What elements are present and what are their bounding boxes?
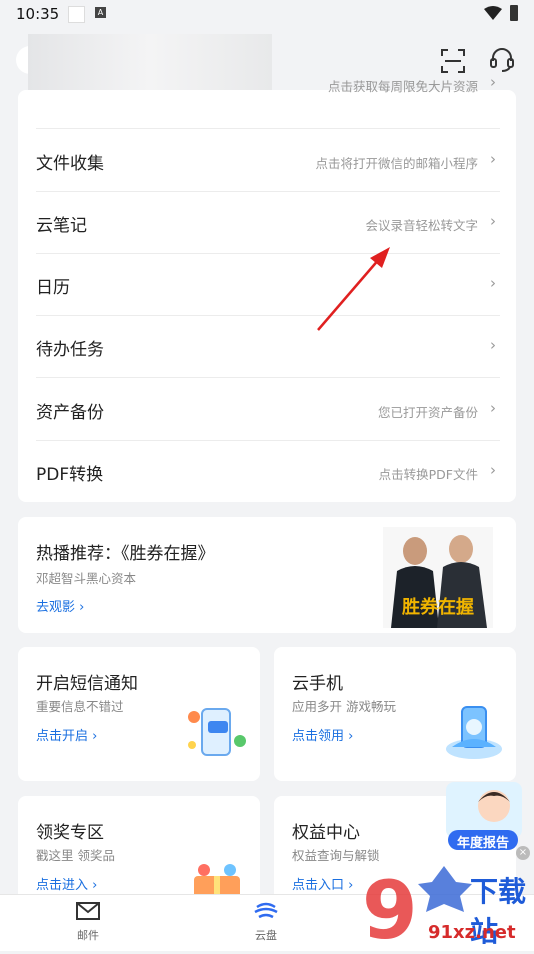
annual-report-floater[interactable]: 年度报告 ×	[444, 780, 530, 860]
sms-notify-card[interactable]: 开启短信通知 重要信息不错过 点击开启 ›	[18, 647, 260, 781]
tab-label: 云盘	[255, 929, 277, 942]
tab-mail[interactable]: 邮件	[48, 901, 128, 943]
tab-cloud-drive[interactable]: 云盘	[226, 901, 306, 943]
card-title: 领奖专区	[36, 823, 104, 843]
entry-link[interactable]: 点击入口 ›	[292, 874, 353, 893]
watermark-url: 91xz.net	[428, 922, 516, 943]
cloud-phone-card[interactable]: 云手机 应用多开 游戏畅玩 点击领用 ›	[274, 647, 516, 781]
movie-poster[interactable]: 胜券在握	[383, 527, 493, 628]
card-subtitle: 戳这里 领奖品	[36, 848, 115, 863]
enter-link[interactable]: 点击进入 ›	[36, 874, 97, 893]
promo-card[interactable]: 热播推荐：《胜券在握》 邓超智斗黑心资本 去观影 › 胜券在握	[18, 517, 516, 633]
card-subtitle: 应用多开 游戏畅玩	[292, 699, 396, 714]
card-title: 云手机	[292, 674, 343, 694]
card-title: 权益中心	[292, 823, 360, 843]
cloud-phone-illustration-icon	[446, 706, 502, 759]
claim-link[interactable]: 点击领用 ›	[292, 725, 353, 744]
sms-illustration-icon	[188, 708, 246, 756]
card-subtitle: 重要信息不错过	[36, 699, 124, 714]
promo-title: 热播推荐：《胜券在握》	[36, 544, 215, 564]
enable-link[interactable]: 点击开启 ›	[36, 725, 97, 744]
mail-icon	[76, 902, 100, 920]
poster-title: 胜券在握	[402, 596, 474, 618]
svg-text:9: 9	[362, 864, 418, 950]
promo-subtitle: 邓超智斗黑心资本	[36, 571, 137, 586]
card-title: 开启短信通知	[36, 674, 138, 694]
cloud-drive-icon	[254, 902, 278, 919]
annual-report-label: 年度报告	[456, 836, 509, 851]
watch-link[interactable]: 去观影 ›	[36, 596, 84, 615]
tab-label: 邮件	[77, 929, 99, 942]
